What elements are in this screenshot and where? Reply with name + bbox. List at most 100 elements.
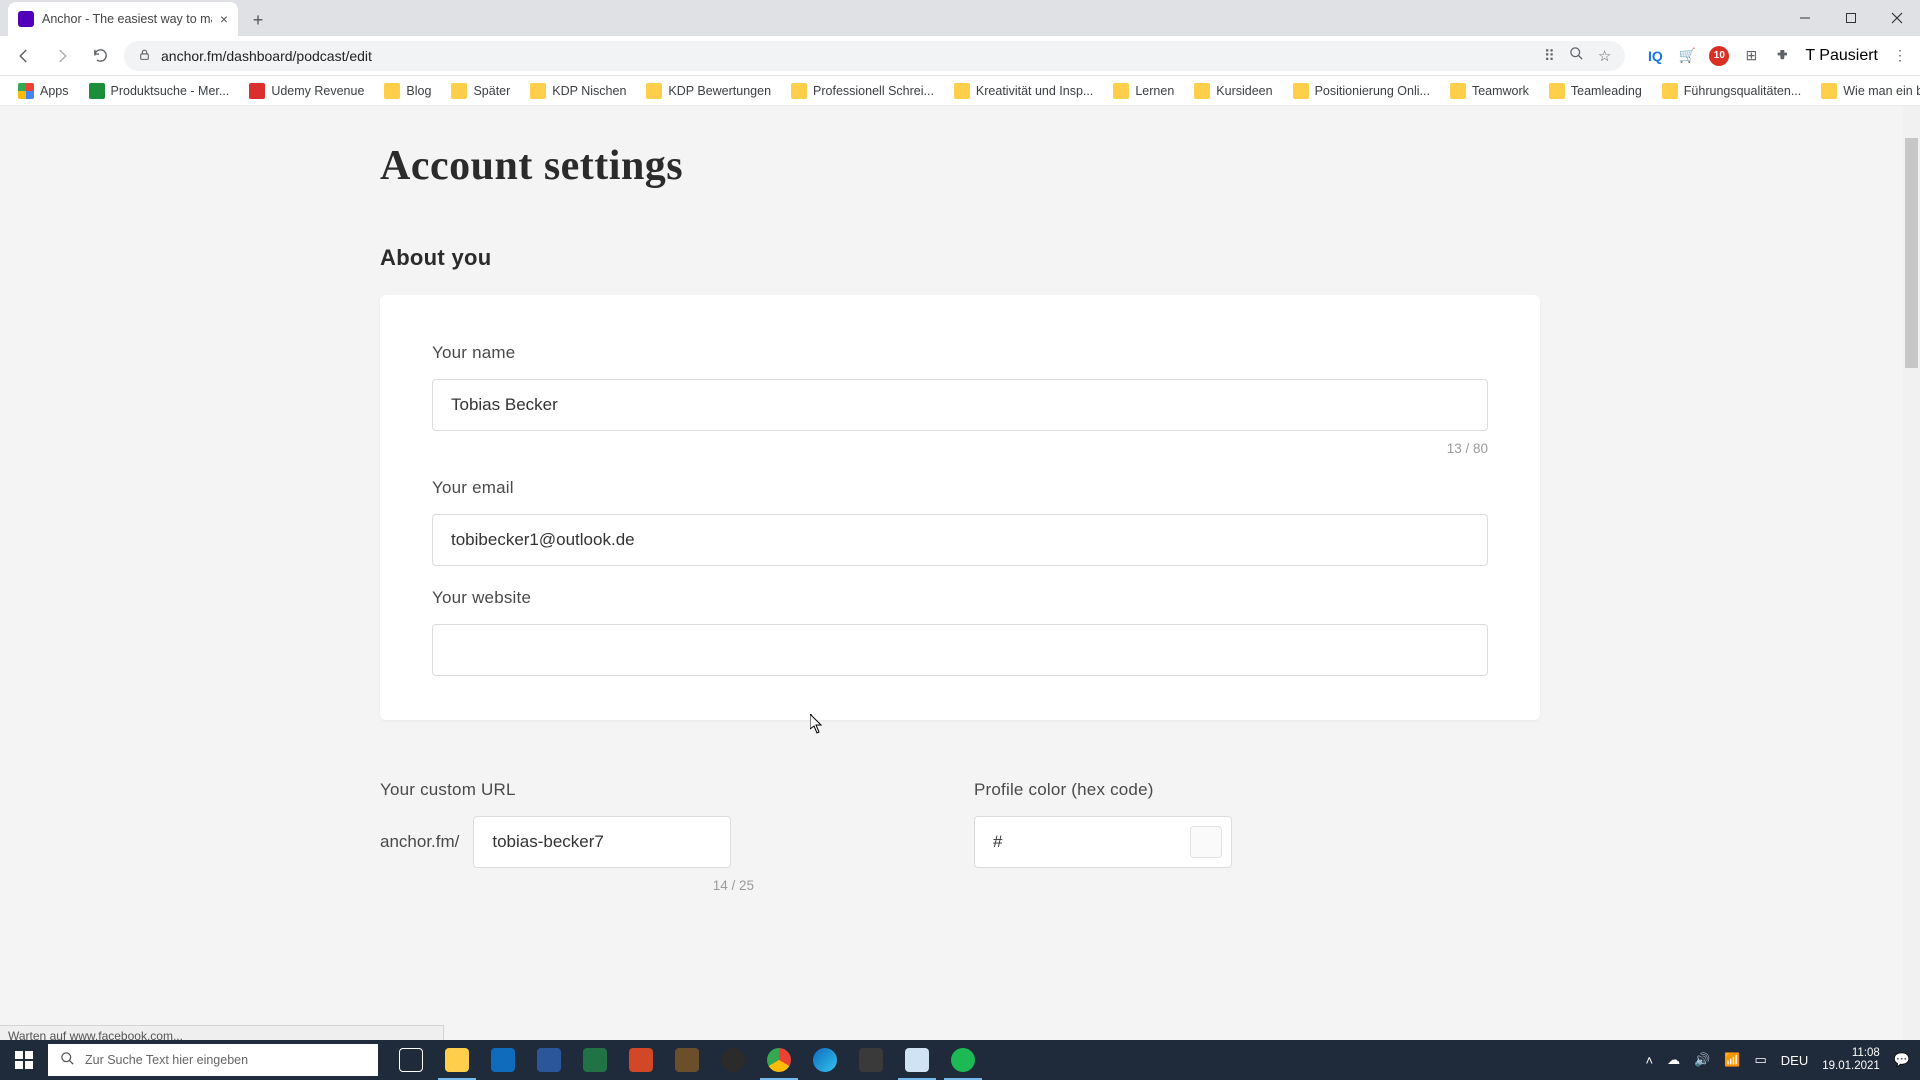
bookmark-item[interactable]: Kursideen: [1186, 78, 1280, 104]
bookmarks-bar: AppsProduktsuche - Mer...Udemy RevenueBl…: [0, 76, 1920, 106]
bookmark-item[interactable]: Kreativität und Insp...: [946, 78, 1101, 104]
action-center-icon[interactable]: 💬: [1894, 1052, 1910, 1068]
bookmark-item[interactable]: Positionierung Onli...: [1285, 78, 1438, 104]
tray-battery-icon[interactable]: ▭: [1755, 1052, 1767, 1068]
bookmark-item[interactable]: KDP Bewertungen: [638, 78, 779, 104]
window-controls: [1782, 0, 1920, 36]
bookmark-label: Teamwork: [1472, 84, 1529, 98]
bookmark-item[interactable]: Udemy Revenue: [241, 78, 372, 104]
spotify-icon[interactable]: [940, 1040, 986, 1080]
vertical-scrollbar[interactable]: [1903, 106, 1920, 1046]
excel-icon[interactable]: [572, 1040, 618, 1080]
folder-icon: [646, 83, 662, 99]
bookmark-item[interactable]: Führungsqualitäten...: [1654, 78, 1809, 104]
bookmark-label: Kursideen: [1216, 84, 1272, 98]
email-label: Your email: [432, 478, 1488, 498]
bookmark-item[interactable]: Apps: [10, 78, 77, 104]
tray-wifi-icon[interactable]: 📶: [1724, 1052, 1740, 1068]
browser-tab-active[interactable]: Anchor - The easiest way to mak ×: [8, 2, 238, 36]
chrome-icon[interactable]: [756, 1040, 802, 1080]
green-icon: [89, 83, 105, 99]
ext-cart-icon[interactable]: 🛒: [1677, 46, 1697, 66]
profile-color-label: Profile color (hex code): [974, 780, 1232, 800]
custom-url-input[interactable]: [473, 816, 731, 868]
apps-icon: [18, 83, 34, 99]
website-field: Your website: [432, 588, 1488, 676]
start-button[interactable]: [0, 1040, 48, 1080]
file-explorer-icon[interactable]: [434, 1040, 480, 1080]
address-actions: ⠿ ☆: [1544, 46, 1611, 65]
profile-chip[interactable]: T Pausiert: [1805, 47, 1878, 65]
address-url: anchor.fm/dashboard/podcast/edit: [161, 48, 1534, 64]
taskbar-search[interactable]: Zur Suche Text hier eingeben: [48, 1044, 378, 1076]
nav-back-button[interactable]: [10, 42, 38, 70]
tray-onedrive-icon[interactable]: ☁: [1667, 1052, 1680, 1068]
ext-iq-icon[interactable]: IQ: [1645, 46, 1665, 66]
bookmark-item[interactable]: Professionell Schrei...: [783, 78, 942, 104]
profile-avatar: T: [1805, 47, 1814, 64]
task-view-icon[interactable]: [388, 1040, 434, 1080]
name-field: Your name 13 / 80: [432, 343, 1488, 456]
word-icon[interactable]: [526, 1040, 572, 1080]
tray-clock[interactable]: 11:08 19.01.2021: [1822, 1047, 1880, 1073]
window-minimize-button[interactable]: [1782, 0, 1828, 36]
email-input[interactable]: [432, 514, 1488, 566]
mail-icon[interactable]: [480, 1040, 526, 1080]
custom-url-label: Your custom URL: [380, 780, 754, 800]
custom-url-prefix: anchor.fm/: [380, 832, 459, 852]
folder-icon: [1821, 83, 1837, 99]
window-close-button[interactable]: [1874, 0, 1920, 36]
ext-notif-icon[interactable]: 10: [1709, 46, 1729, 66]
tab-title: Anchor - The easiest way to mak: [42, 12, 212, 26]
translate-icon[interactable]: ⠿: [1544, 47, 1555, 65]
folder-icon: [530, 83, 546, 99]
app-dark-icon[interactable]: [848, 1040, 894, 1080]
tray-language[interactable]: DEU: [1781, 1053, 1808, 1068]
bookmark-item[interactable]: Produktsuche - Mer...: [81, 78, 238, 104]
bookmark-item[interactable]: KDP Nischen: [522, 78, 634, 104]
extensions-puzzle-icon[interactable]: [1773, 46, 1793, 66]
nav-forward-button[interactable]: [48, 42, 76, 70]
app-brown-icon[interactable]: [664, 1040, 710, 1080]
bookmark-item[interactable]: Lernen: [1105, 78, 1182, 104]
taskbar-search-placeholder: Zur Suche Text hier eingeben: [85, 1053, 248, 1067]
address-bar[interactable]: anchor.fm/dashboard/podcast/edit ⠿ ☆: [124, 41, 1625, 71]
tray-date: 19.01.2021: [1822, 1060, 1880, 1073]
edge-icon[interactable]: [802, 1040, 848, 1080]
ext-grid-icon[interactable]: ⊞: [1741, 46, 1761, 66]
extension-area: IQ 🛒 10 ⊞ T Pausiert ⋮: [1645, 46, 1910, 66]
color-swatch[interactable]: [1190, 826, 1222, 858]
notepad-icon[interactable]: [894, 1040, 940, 1080]
window-maximize-button[interactable]: [1828, 0, 1874, 36]
zoom-icon[interactable]: [1569, 46, 1584, 65]
nav-reload-button[interactable]: [86, 42, 114, 70]
website-input[interactable]: [432, 624, 1488, 676]
tab-close-icon[interactable]: ×: [220, 11, 228, 27]
bookmark-label: Wie man ein besser...: [1843, 84, 1920, 98]
browser-toolbar: anchor.fm/dashboard/podcast/edit ⠿ ☆ IQ …: [0, 36, 1920, 76]
obs-icon[interactable]: [710, 1040, 756, 1080]
taskbar-apps: [388, 1040, 986, 1080]
chrome-menu-icon[interactable]: ⋮: [1890, 46, 1910, 66]
bookmark-item[interactable]: Später: [443, 78, 518, 104]
new-tab-button[interactable]: +: [244, 6, 272, 34]
section-about-you: About you: [380, 245, 1540, 271]
bookmark-label: KDP Nischen: [552, 84, 626, 98]
custom-url-block: Your custom URL anchor.fm/ 14 / 25: [380, 780, 754, 893]
windows-taskbar: Zur Suche Text hier eingeben ˄ ☁ 🔊 📶 ▭ D…: [0, 1040, 1920, 1080]
url-color-row: Your custom URL anchor.fm/ 14 / 25 Profi…: [380, 780, 1540, 893]
powerpoint-icon[interactable]: [618, 1040, 664, 1080]
name-input[interactable]: [432, 379, 1488, 431]
email-field: Your email: [432, 478, 1488, 566]
bookmark-item[interactable]: Blog: [376, 78, 439, 104]
bookmark-item[interactable]: Wie man ein besser...: [1813, 78, 1920, 104]
tray-volume-icon[interactable]: 🔊: [1694, 1052, 1710, 1068]
tray-chevron-icon[interactable]: ˄: [1646, 1053, 1654, 1068]
bookmark-star-icon[interactable]: ☆: [1598, 47, 1611, 65]
bookmark-item[interactable]: Teamwork: [1442, 78, 1537, 104]
bookmark-label: Teamleading: [1571, 84, 1642, 98]
scrollbar-thumb[interactable]: [1905, 138, 1918, 368]
bookmark-item[interactable]: Teamleading: [1541, 78, 1650, 104]
bookmark-label: Professionell Schrei...: [813, 84, 934, 98]
bookmark-label: Lernen: [1135, 84, 1174, 98]
